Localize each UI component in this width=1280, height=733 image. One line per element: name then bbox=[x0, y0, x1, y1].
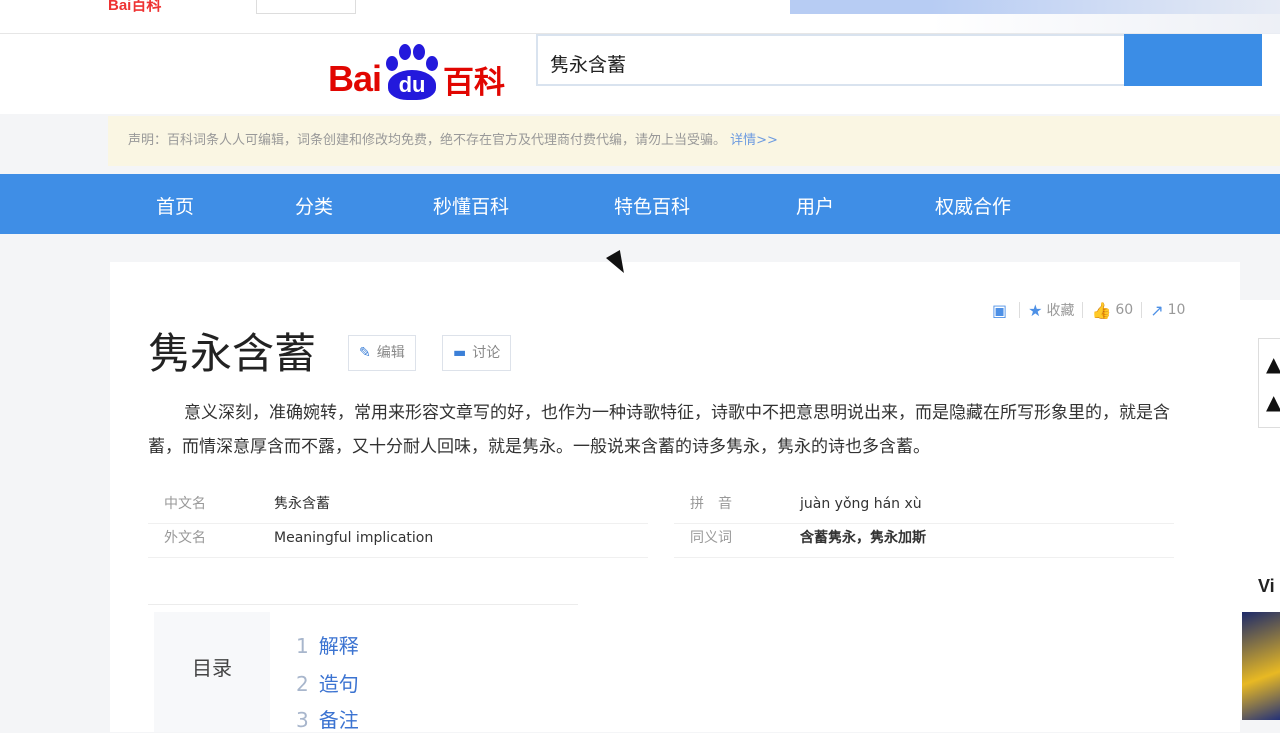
paw-icon: du bbox=[383, 44, 441, 102]
screen-glare bbox=[930, 0, 1280, 34]
page-title: 隽永含蓄 bbox=[148, 329, 317, 378]
side-letter: Vi bbox=[1258, 576, 1275, 596]
info-value: 隽永含蓄 bbox=[274, 496, 330, 512]
table-of-contents: 目录 1 解释 2 造句 3 备注 bbox=[154, 612, 1154, 732]
edit-label: 编辑 bbox=[376, 345, 405, 361]
info-value: Meaningful implication bbox=[274, 530, 434, 546]
share-count: 10 bbox=[1167, 302, 1186, 318]
info-name: 外文名 bbox=[164, 530, 206, 546]
logo-baike-text: 百科 bbox=[443, 64, 506, 101]
basic-info-right: 拼 音 juàn yǒng hán xù 同义词 含蓄隽永，隽永加斯 bbox=[674, 490, 1174, 558]
discuss-button[interactable]: ▬ 讨论 bbox=[442, 335, 512, 371]
entry-summary: 意义深刻，准确婉转，常用来形容文章写的好，也作为一种诗歌特征，诗歌中不把意思明说… bbox=[148, 403, 1170, 457]
nav-item-cooperation[interactable]: 权威合作 bbox=[935, 192, 1011, 219]
toc-label: 目录 bbox=[192, 656, 232, 680]
info-row: 同义词 含蓄隽永，隽永加斯 bbox=[674, 524, 1174, 558]
star-icon[interactable]: ★ bbox=[1028, 301, 1042, 320]
toc-item-label: 解释 bbox=[318, 634, 359, 658]
pencil-icon: ✎ bbox=[359, 345, 371, 361]
toc-num: 3 bbox=[296, 708, 309, 732]
share-icon[interactable]: ↗ bbox=[1150, 301, 1163, 320]
nav-item-featured[interactable]: 特色百科 bbox=[614, 192, 690, 219]
info-row: 外文名 Meaningful implication bbox=[148, 524, 648, 558]
search-button[interactable] bbox=[1124, 34, 1262, 86]
nav-item-home[interactable]: 首页 bbox=[156, 192, 194, 219]
discuss-label: 讨论 bbox=[472, 345, 501, 361]
toc-num: 2 bbox=[296, 672, 309, 696]
toc-item-label: 备注 bbox=[318, 708, 359, 732]
baike-logo[interactable]: Bai du 百科 bbox=[328, 44, 506, 102]
side-banner-image[interactable] bbox=[1242, 612, 1280, 720]
separator bbox=[1019, 302, 1021, 318]
toc-item-label: 造句 bbox=[318, 672, 359, 696]
chat-icon: ▬ bbox=[453, 345, 467, 361]
favorite-label[interactable]: 收藏 bbox=[1046, 300, 1074, 320]
save-icon[interactable]: ▣ bbox=[992, 301, 1007, 320]
mini-search-input[interactable] bbox=[256, 0, 356, 14]
nav-item-user[interactable]: 用户 bbox=[796, 192, 834, 219]
info-value: juàn yǒng hán xù bbox=[800, 496, 922, 512]
toc-item[interactable]: 3 备注 bbox=[296, 704, 359, 733]
edit-button[interactable]: ✎ 编辑 bbox=[348, 335, 416, 371]
toc-num: 1 bbox=[296, 634, 309, 658]
info-value[interactable]: 含蓄隽永，隽永加斯 bbox=[800, 524, 926, 557]
like-count: 60 bbox=[1115, 302, 1134, 318]
arrow-up-icon[interactable]: ▲ bbox=[1266, 352, 1280, 376]
info-row: 拼 音 juàn yǒng hán xù bbox=[674, 490, 1174, 524]
toc-item[interactable]: 2 造句 bbox=[296, 668, 359, 697]
notice-bar: 声明：百科词条人人可编辑，词条创建和修改均免费，绝不存在官方及代理商付费代编，请… bbox=[108, 116, 1280, 166]
info-name: 中文名 bbox=[164, 496, 206, 512]
toc-item[interactable]: 1 解释 bbox=[296, 630, 359, 659]
main-nav: 首页 分类 秒懂百科 特色百科 用户 权威合作 bbox=[0, 174, 1280, 234]
nav-item-category[interactable]: 分类 bbox=[295, 192, 333, 219]
header: Bai du 百科 隽永含蓄 bbox=[0, 34, 1280, 114]
divider bbox=[148, 604, 578, 605]
notice-detail-link[interactable]: 详情>> bbox=[730, 133, 778, 148]
mini-logo[interactable]: Bai百科 bbox=[108, 0, 161, 15]
notice-text: 声明：百科词条人人可编辑，词条创建和修改均免费，绝不存在官方及代理商付费代编，请… bbox=[128, 133, 727, 148]
logo-du-text: du bbox=[388, 70, 437, 100]
basic-info-left: 中文名 隽永含蓄 外文名 Meaningful implication bbox=[148, 490, 648, 558]
nav-item-miaodong[interactable]: 秒懂百科 bbox=[433, 192, 509, 219]
search-input[interactable]: 隽永含蓄 bbox=[536, 34, 1126, 86]
thumbs-up-icon[interactable]: 👍 bbox=[1091, 301, 1111, 320]
action-bar: ▣ ★ 收藏 👍 60 ↗ 10 bbox=[992, 300, 1185, 320]
arrow-up-icon[interactable]: ▲ bbox=[1266, 390, 1280, 414]
separator bbox=[1141, 302, 1143, 318]
logo-bai-text: Bai bbox=[328, 58, 382, 99]
separator bbox=[1082, 302, 1084, 318]
info-row: 中文名 隽永含蓄 bbox=[148, 490, 648, 524]
info-name: 拼 音 bbox=[690, 496, 732, 512]
info-name: 同义词 bbox=[690, 530, 732, 546]
